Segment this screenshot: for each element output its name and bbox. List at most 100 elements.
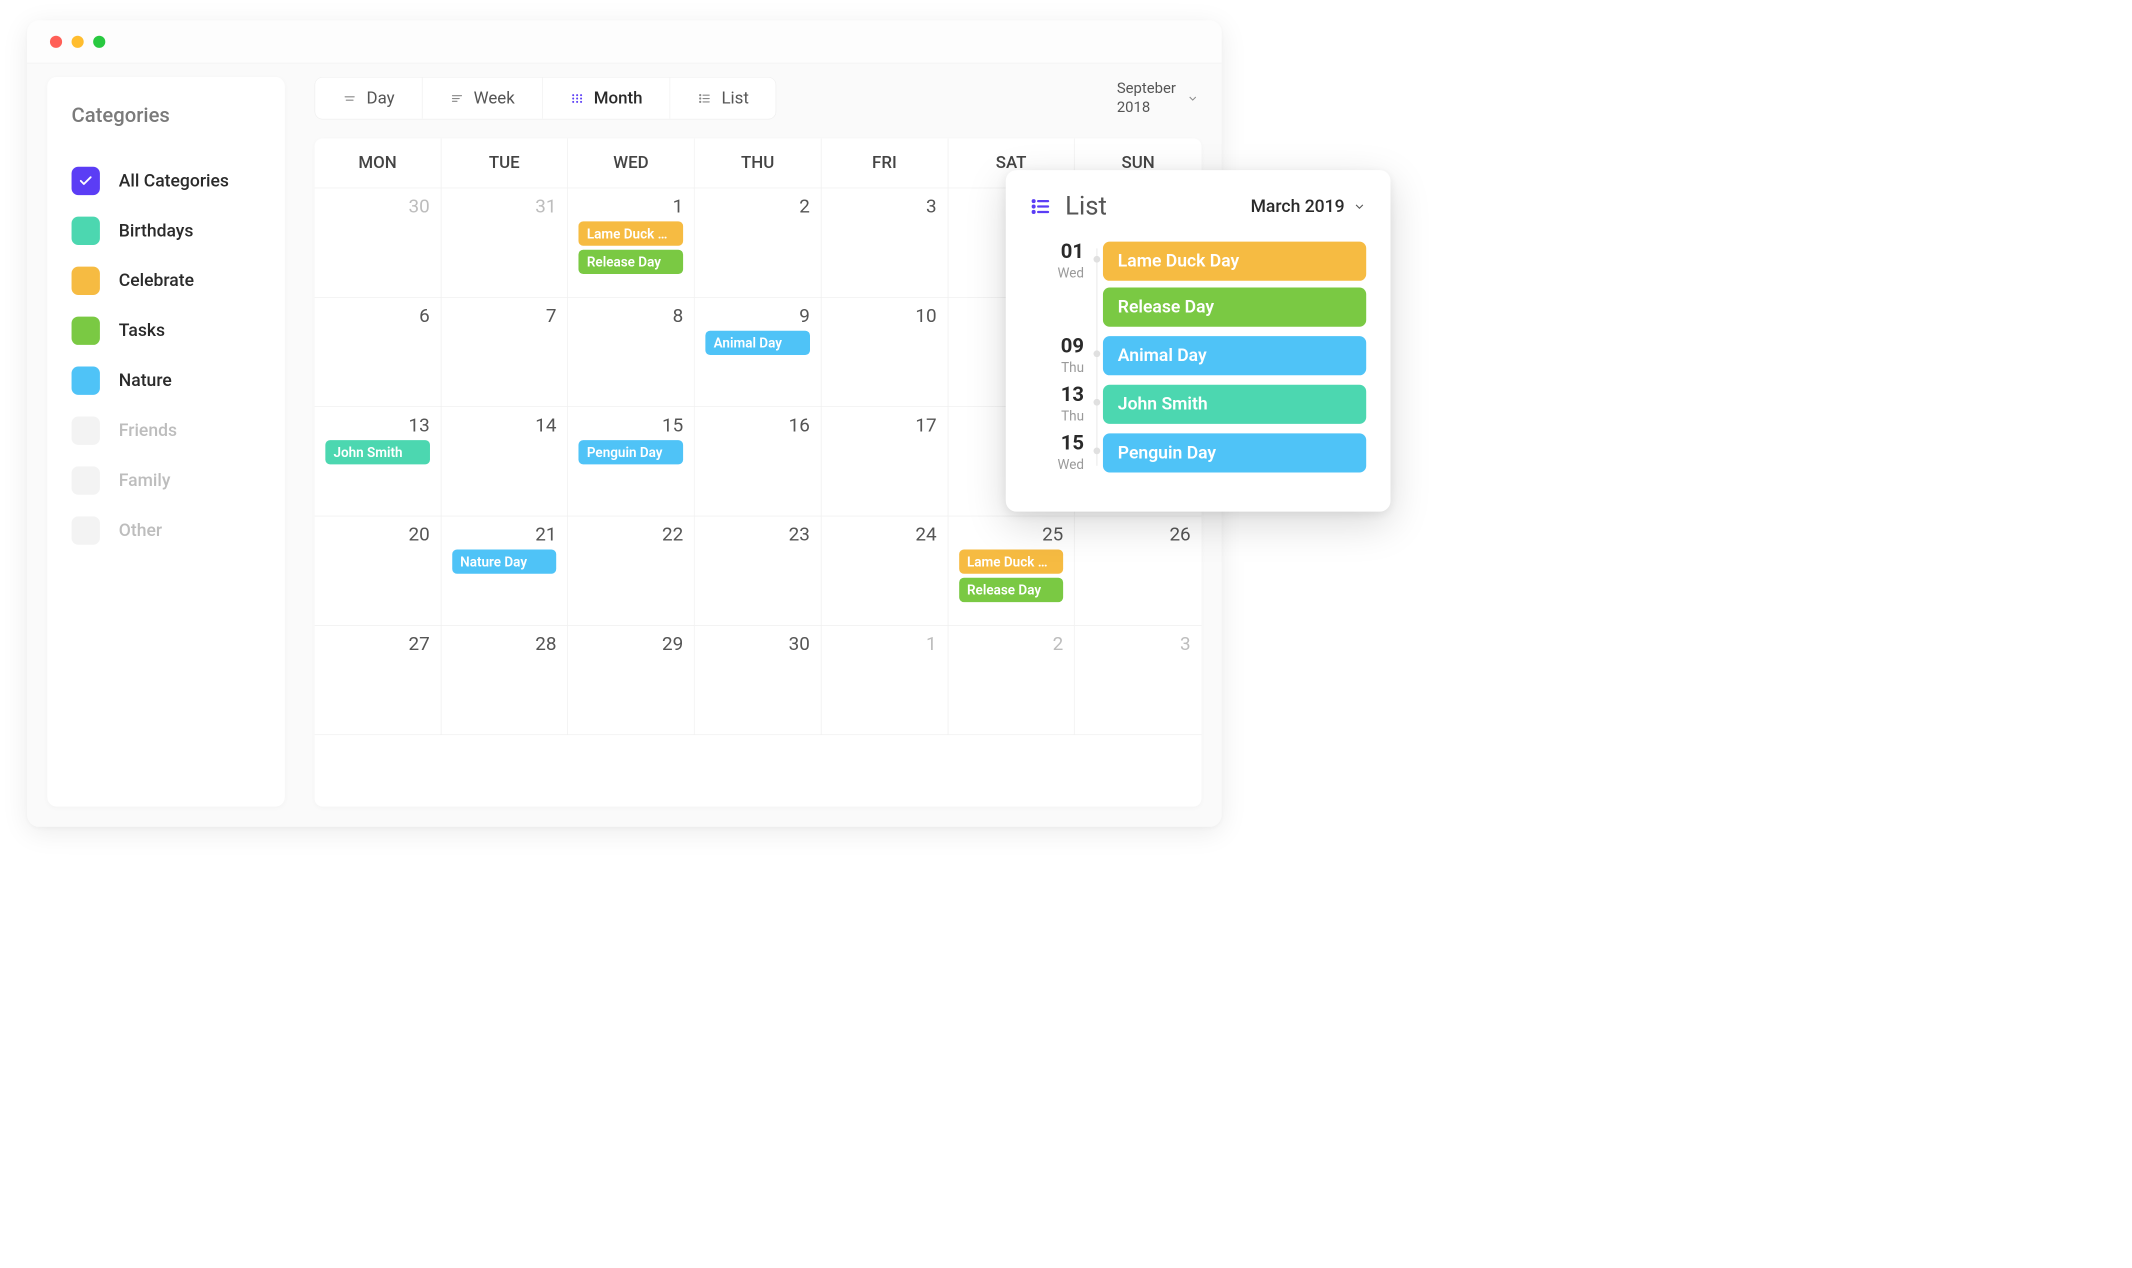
category-label: Celebrate — [119, 271, 194, 291]
day-number: 24 — [832, 523, 936, 545]
category-item[interactable]: Celebrate — [72, 256, 261, 306]
view-tab-week[interactable]: Week — [422, 78, 542, 119]
day-icon — [343, 91, 357, 105]
calendar-day-header: MON — [315, 138, 442, 187]
view-tab-label: List — [721, 88, 748, 108]
calendar-cell[interactable]: 28 — [441, 626, 568, 735]
category-label: Friends — [119, 421, 177, 441]
window-minimize-button[interactable] — [72, 35, 84, 47]
list-event-pill[interactable]: Release Day — [1103, 288, 1366, 327]
calendar-cell[interactable]: 3 — [1075, 626, 1202, 735]
calendar-day-header: THU — [695, 138, 822, 187]
event-pill[interactable]: Lame Duck Day — [579, 221, 683, 245]
calendar-cell[interactable]: 7 — [441, 298, 568, 407]
day-number: 16 — [705, 414, 809, 436]
category-color-box — [72, 217, 100, 245]
month-selector-label-line1: Septeber — [1117, 80, 1176, 99]
view-tabs: DayWeekMonth List — [315, 77, 777, 120]
list-event-pill[interactable]: Penguin Day — [1103, 433, 1366, 472]
list-item-weekday: Wed — [1030, 456, 1084, 472]
calendar-cell[interactable]: 23 — [695, 516, 822, 625]
calendar-cell[interactable]: 30 — [315, 188, 442, 297]
calendar-day-header: FRI — [821, 138, 948, 187]
list-event-pill[interactable]: Animal Day — [1103, 336, 1366, 375]
day-number: 27 — [325, 632, 429, 654]
calendar-cell[interactable]: 9Animal Day — [695, 298, 822, 407]
calendar-cell[interactable]: 14 — [441, 407, 568, 516]
calendar-cell[interactable]: 22 — [568, 516, 695, 625]
toolbar: DayWeekMonth List Septeber 2018 — [315, 77, 1202, 120]
day-number: 21 — [452, 523, 556, 545]
calendar-cell[interactable]: 3 — [821, 188, 948, 297]
calendar-cell[interactable]: 6 — [315, 298, 442, 407]
calendar-cell[interactable]: 2 — [695, 188, 822, 297]
event-pill[interactable]: Release Day — [579, 250, 683, 274]
chevron-down-icon — [1187, 92, 1199, 104]
category-color-box — [72, 416, 100, 444]
category-label: Tasks — [119, 321, 165, 341]
calendar-cell[interactable]: 2 — [948, 626, 1075, 735]
list-item-day-number: 13 — [1030, 385, 1084, 405]
list-popup-month-selector[interactable]: March 2019 — [1251, 196, 1367, 216]
list-item-day-number: 15 — [1030, 433, 1084, 453]
list-event-pill[interactable]: John Smith — [1103, 385, 1366, 424]
view-tab-list[interactable]: List — [670, 78, 776, 119]
calendar-cell[interactable]: 1 — [821, 626, 948, 735]
calendar-cell[interactable]: 31 — [441, 188, 568, 297]
category-item[interactable]: Friends — [72, 406, 261, 456]
category-color-box — [72, 516, 100, 544]
category-item[interactable]: Tasks — [72, 306, 261, 356]
list-item-date: 01Wed — [1030, 242, 1084, 281]
calendar-cell[interactable]: 30 — [695, 626, 822, 735]
calendar-day-header: WED — [568, 138, 695, 187]
day-number: 6 — [325, 304, 429, 326]
calendar-cell[interactable]: 15Penguin Day — [568, 407, 695, 516]
view-tab-month[interactable]: Month — [542, 78, 670, 119]
day-number: 7 — [452, 304, 556, 326]
month-selector[interactable]: Septeber 2018 — [1117, 80, 1202, 117]
calendar-cell[interactable]: 25Lame Duck DayRelease Day — [948, 516, 1075, 625]
category-item[interactable]: All Categories — [72, 156, 261, 206]
list-item-weekday: Thu — [1030, 359, 1084, 375]
event-pill[interactable]: Nature Day — [452, 549, 556, 573]
list-popup-title: List — [1065, 192, 1107, 222]
calendar-cell[interactable]: 8 — [568, 298, 695, 407]
window-maximize-button[interactable] — [93, 35, 105, 47]
day-number: 30 — [325, 195, 429, 217]
calendar-cell[interactable]: 20 — [315, 516, 442, 625]
list-item: 13ThuJohn Smith — [1103, 385, 1366, 424]
event-pill[interactable]: Lame Duck Day — [959, 549, 1063, 573]
category-item[interactable]: Birthdays — [72, 206, 261, 256]
event-pill[interactable]: Animal Day — [705, 331, 809, 355]
calendar-cell[interactable]: 13John Smith — [315, 407, 442, 516]
event-pill[interactable]: Penguin Day — [579, 440, 683, 464]
category-item[interactable]: Other — [72, 506, 261, 556]
list-item: 01WedLame Duck DayRelease Day — [1103, 242, 1366, 327]
day-number: 1 — [579, 195, 683, 217]
day-number: 3 — [832, 195, 936, 217]
view-tab-day[interactable]: Day — [315, 78, 422, 119]
sidebar-title: Categories — [72, 104, 261, 128]
calendar-cell[interactable]: 16 — [695, 407, 822, 516]
category-label: Birthdays — [119, 221, 194, 241]
calendar-cell[interactable]: 27 — [315, 626, 442, 735]
calendar-cell[interactable]: 26 — [1075, 516, 1202, 625]
event-pill[interactable]: John Smith — [325, 440, 429, 464]
calendar-cell[interactable]: 21 Nature Day — [441, 516, 568, 625]
categories-sidebar: Categories All Categories Birthdays Celebr… — [47, 77, 285, 807]
calendar-cell[interactable]: 17 — [821, 407, 948, 516]
calendar-cell[interactable]: 10 — [821, 298, 948, 407]
window-close-button[interactable] — [50, 35, 62, 47]
calendar-day-header: TUE — [441, 138, 568, 187]
day-number: 10 — [832, 304, 936, 326]
list-event-pill[interactable]: Lame Duck Day — [1103, 242, 1366, 281]
category-item[interactable]: Nature — [72, 356, 261, 406]
timeline-dot — [1094, 448, 1101, 455]
calendar-cell[interactable]: 24 — [821, 516, 948, 625]
calendar-cell[interactable]: 1 Lame Duck Day Release Day — [568, 188, 695, 297]
calendar-cell[interactable]: 29 — [568, 626, 695, 735]
event-pill[interactable]: Release Day — [959, 578, 1063, 602]
category-item[interactable]: Family — [72, 456, 261, 506]
category-color-box — [72, 267, 100, 295]
month-icon — [570, 91, 584, 105]
